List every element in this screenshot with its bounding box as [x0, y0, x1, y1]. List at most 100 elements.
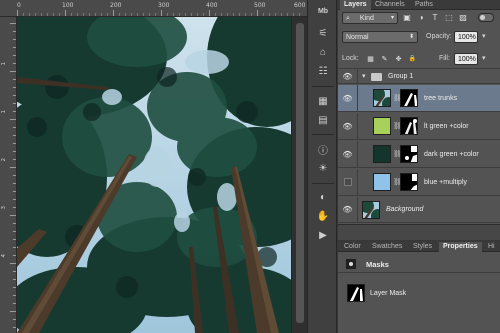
- layer-thumbnail: [373, 145, 391, 163]
- ruler-tick: [215, 13, 216, 16]
- ruler-tick: [191, 13, 192, 16]
- ruler-tick: [13, 255, 16, 256]
- layer-row[interactable]: 👁 ⛓ dark green +color: [338, 141, 500, 168]
- link-icon[interactable]: ⛓: [393, 122, 402, 130]
- ruler-label: 400: [206, 2, 218, 9]
- character-icon[interactable]: ☷: [316, 64, 330, 78]
- link-icon[interactable]: ⛓: [393, 178, 402, 186]
- ruler-tick: [10, 71, 16, 72]
- ruler-tick: [125, 13, 126, 16]
- tab-layers[interactable]: Layers: [340, 0, 371, 10]
- opacity-value: 100%: [458, 34, 476, 41]
- brushes-icon[interactable]: ▦: [316, 94, 330, 108]
- visibility-eye-icon[interactable]: 👁: [338, 85, 358, 111]
- layers-footer-toolbar: [338, 224, 500, 240]
- ruler-tick: [167, 13, 168, 16]
- navigator-icon[interactable]: ◐: [316, 190, 330, 204]
- layer-filter-kind-label: Kind: [359, 15, 374, 22]
- layer-group-row[interactable]: 👁 ▾ Group 1: [338, 68, 500, 84]
- filter-toggle[interactable]: [478, 13, 494, 22]
- layer-mask-thumbnail[interactable]: [400, 89, 418, 107]
- lock-image-icon[interactable]: ✎: [380, 55, 389, 64]
- layer-thumbnail: [362, 201, 380, 219]
- ruler-tick: [13, 287, 16, 288]
- visibility-eye-icon[interactable]: 👁: [338, 113, 358, 139]
- chevron-down-icon[interactable]: ▾: [362, 72, 366, 80]
- chevron-down-icon[interactable]: ▾: [482, 32, 486, 40]
- actions-icon[interactable]: ✋: [316, 209, 330, 223]
- smart-object-filter-icon[interactable]: ▨: [458, 13, 468, 23]
- ruler-tick: [155, 13, 156, 16]
- lock-position-icon[interactable]: ✥: [394, 55, 403, 64]
- layer-name: dark green +color: [424, 151, 479, 158]
- history-icon[interactable]: ▤: [316, 113, 330, 127]
- layer-row[interactable]: 👁 Background: [338, 197, 500, 223]
- play-icon[interactable]: ▶: [316, 228, 330, 242]
- layer-row[interactable]: 👁 ⛓ lt green +color: [338, 113, 500, 140]
- adjustment-filter-icon[interactable]: ◑: [416, 13, 426, 23]
- layer-row[interactable]: ⛓ blue +multiply: [338, 169, 500, 196]
- visibility-eye-icon[interactable]: 👁: [338, 141, 358, 167]
- tab-paths[interactable]: Paths: [411, 0, 437, 10]
- type-filter-icon[interactable]: T: [430, 13, 440, 23]
- adjustments-icon[interactable]: ⚟: [316, 26, 330, 40]
- divider: [312, 134, 334, 135]
- ruler-tick: [13, 271, 16, 272]
- ruler-tick: [13, 279, 16, 280]
- layer-mask-thumbnail[interactable]: [400, 145, 418, 163]
- layer-mask-preview[interactable]: [347, 284, 365, 302]
- ruler-tick: [10, 119, 16, 120]
- ruler-tick: [251, 13, 252, 16]
- opacity-input[interactable]: 100%: [454, 31, 478, 43]
- tab-channels[interactable]: Channels: [371, 0, 409, 10]
- folder-icon: [371, 73, 382, 81]
- scrollbar-thumb[interactable]: [296, 23, 304, 323]
- tab-properties[interactable]: Properties: [439, 242, 482, 252]
- image-filter-icon[interactable]: ▣: [402, 13, 412, 23]
- ruler-tick: [13, 207, 16, 208]
- paths-icon[interactable]: ⌂: [316, 45, 330, 59]
- chevron-down-icon[interactable]: ▾: [482, 54, 486, 62]
- info-icon[interactable]: ⓘ: [316, 142, 330, 157]
- ruler-tick: [13, 47, 16, 48]
- document-canvas[interactable]: [17, 17, 291, 333]
- ruler-tick: [245, 13, 246, 16]
- ruler-tick: [13, 31, 16, 32]
- link-icon[interactable]: ⛓: [393, 150, 402, 158]
- layer-filter-kind-select[interactable]: ⌕ Kind ▾: [342, 12, 398, 24]
- visibility-eye-icon[interactable]: 👁: [338, 69, 358, 83]
- tab-history[interactable]: Hi: [484, 242, 499, 252]
- color-icon[interactable]: ☀: [316, 161, 330, 175]
- ruler-tick: [203, 13, 204, 16]
- layer-mask-thumbnail[interactable]: [400, 173, 418, 191]
- tab-color[interactable]: Color: [340, 242, 365, 252]
- layer-name: blue +multiply: [424, 179, 467, 186]
- ruler-tick: [13, 135, 16, 136]
- visibility-eye-icon[interactable]: 👁: [338, 197, 358, 222]
- fill-input[interactable]: 100%: [454, 53, 478, 65]
- mini-bridge-icon[interactable]: Mb: [316, 4, 330, 18]
- vertical-scrollbar[interactable]: [291, 17, 307, 333]
- layer-group-name: Group 1: [388, 73, 414, 80]
- ruler-tick: [13, 191, 16, 192]
- shape-filter-icon[interactable]: ⬚: [444, 13, 454, 23]
- layer-row[interactable]: 👁 ⛓ tree trunks: [338, 85, 500, 112]
- link-icon[interactable]: ⛓: [393, 94, 402, 102]
- tab-swatches[interactable]: Swatches: [368, 242, 406, 252]
- ruler-tick: [299, 13, 300, 16]
- ruler-tick: [13, 319, 16, 320]
- search-icon: ⌕: [346, 15, 350, 22]
- ruler-label: 100: [62, 2, 74, 9]
- visibility-toggle-off[interactable]: [338, 169, 358, 195]
- layer-mask-thumbnail[interactable]: [400, 117, 418, 135]
- ruler-tick: [53, 13, 54, 16]
- ruler-tick: [10, 23, 16, 24]
- ruler-tick: [275, 13, 276, 16]
- fill-label: Fill:: [439, 55, 450, 62]
- tab-styles[interactable]: Styles: [409, 242, 436, 252]
- blend-mode-select[interactable]: Normal ⬍: [342, 31, 418, 43]
- lock-transparent-icon[interactable]: ▦: [366, 55, 375, 64]
- ruler-tick: [13, 103, 16, 104]
- lock-all-icon[interactable]: 🔒: [408, 55, 417, 64]
- layers-panel: Layers Channels Paths ⌕ Kind ▾ ▣ ◑ T ⬚ ▨…: [338, 0, 500, 240]
